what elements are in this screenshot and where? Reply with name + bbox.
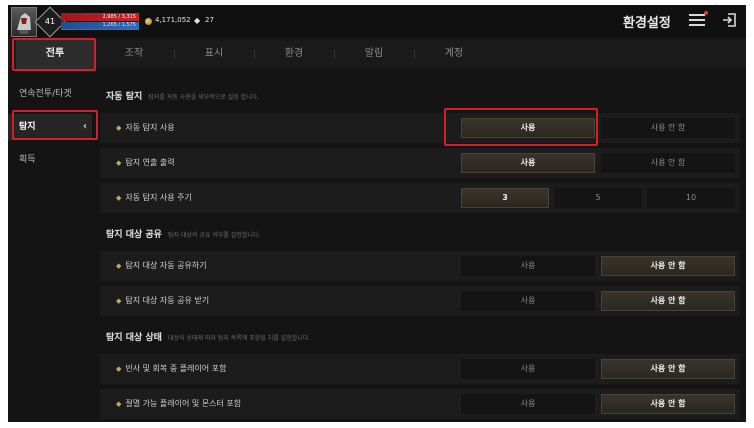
- section-description: 탐지를 자동 사용을 세부적으로 설정 합니다.: [148, 94, 260, 101]
- gem-amount: 27: [205, 16, 214, 24]
- sidebar-item-label: 획득: [19, 155, 36, 165]
- character-portrait[interactable]: [11, 7, 37, 37]
- option-not-use[interactable]: 사용 안 함: [601, 256, 735, 276]
- setting-label-text: 탐지 대상 자동 공유하기: [125, 261, 207, 270]
- setting-row-auto-detect-use: ◆ 자동 탐지 사용 사용 사용 안 함: [100, 113, 740, 143]
- setting-row-auto-receive: ◆ 탐지 대상 자동 공유 받기 사용 사용 안 함: [100, 286, 740, 316]
- setting-label-text: 자동 탐지 사용: [125, 123, 175, 132]
- mp-bar: 1,265 / 1,575: [61, 22, 139, 29]
- bullet-icon: ◆: [116, 159, 122, 167]
- bullet-icon: ◆: [116, 400, 122, 408]
- section-header-share: 탐지 대상 공유 탐지 대상의 공유 여부를 설정합니다.: [106, 221, 260, 243]
- section-title: 자동 탐지: [106, 92, 143, 102]
- setting-label: ◆ 자동 탐지 사용: [116, 113, 175, 143]
- section-header-status: 탐지 대상 상태 대상의 상태에 따라 탐지 목록에 포함될 지를 설정합니다.: [106, 324, 310, 346]
- setting-label-text: 빈사 및 회복 중 플레이어 포함: [125, 364, 227, 373]
- exp-bar: [61, 29, 139, 30]
- settings-sidebar: 연속전투/타겟 탐지 ‹ 획득: [8, 77, 92, 422]
- notification-dot: [704, 11, 708, 15]
- hp-mp-bars: 2,985 / 3,315 1,265 / 1,575: [61, 13, 139, 30]
- bullet-icon: ◆: [116, 365, 122, 373]
- tab-combat[interactable]: 전투: [16, 39, 94, 69]
- level-value: 41: [44, 17, 56, 26]
- option-use[interactable]: 사용: [461, 359, 595, 379]
- settings-title: 환경설정: [623, 16, 671, 31]
- setting-row-detect-interval: ◆ 자동 탐지 사용 주기 3 5 10: [100, 183, 740, 213]
- sidebar-item-detection[interactable]: 탐지 ‹: [8, 114, 92, 140]
- sidebar-item-label: 연속전투/타겟: [19, 89, 72, 99]
- gold-amount: 4,171,052: [155, 16, 191, 24]
- chevron-left-icon: ‹: [82, 121, 87, 132]
- option-not-use[interactable]: 사용 안 함: [601, 394, 735, 414]
- bullet-icon: ◆: [116, 297, 122, 305]
- section-description: 대상의 상태에 따라 탐지 목록에 포함될 지를 설정합니다.: [167, 335, 311, 342]
- tab-display[interactable]: 표시: [174, 39, 254, 69]
- tab-notifications[interactable]: 알림: [334, 39, 414, 69]
- option-interval-5[interactable]: 5: [554, 188, 642, 208]
- bullet-icon: ◆: [116, 194, 122, 202]
- settings-tab-bar: 전투 조작 표시 환경 알림 계정: [8, 39, 746, 69]
- setting-label: ◆ 탐지 대상 자동 공유하기: [116, 251, 207, 281]
- setting-label: ◆ 빈사 및 회복 중 플레이어 포함: [116, 354, 226, 384]
- option-use[interactable]: 사용: [461, 394, 595, 414]
- option-not-use[interactable]: 사용 안 함: [601, 291, 735, 311]
- coin-icon: [145, 18, 152, 25]
- settings-content: 자동 탐지 탐지를 자동 사용을 세부적으로 설정 합니다. ◆ 자동 탐지 사용 …: [100, 81, 740, 422]
- setting-label-text: 절멸 가능 플레이어 및 몬스터 포함: [125, 399, 242, 408]
- option-interval-10[interactable]: 10: [647, 188, 735, 208]
- option-not-use[interactable]: 사용 안 함: [601, 118, 735, 138]
- setting-row-include-dying: ◆ 빈사 및 회복 중 플레이어 포함 사용 사용 안 함: [100, 354, 740, 384]
- menu-icon[interactable]: [689, 11, 708, 28]
- game-settings-window: 41 2,985 / 3,315 1,265 / 1,575 4,171,052…: [8, 5, 746, 422]
- sidebar-item-label: 탐지: [19, 122, 36, 132]
- section-title: 탐지 대상 공유: [106, 230, 162, 240]
- hp-bar: 2,985 / 3,315: [61, 13, 139, 21]
- option-interval-3[interactable]: 3: [461, 188, 549, 208]
- gem-icon: ◆: [194, 16, 201, 25]
- tab-controls[interactable]: 조작: [94, 39, 174, 69]
- option-use[interactable]: 사용: [461, 153, 595, 173]
- tab-environment[interactable]: 환경: [254, 39, 334, 69]
- setting-label-text: 자동 탐지 사용 주기: [125, 193, 192, 202]
- setting-row-auto-share: ◆ 탐지 대상 자동 공유하기 사용 사용 안 함: [100, 251, 740, 281]
- exit-icon[interactable]: [721, 11, 739, 29]
- section-description: 탐지 대상의 공유 여부를 설정합니다.: [167, 232, 261, 239]
- option-use[interactable]: 사용: [461, 291, 595, 311]
- sidebar-item-continuous-combat[interactable]: 연속전투/타겟: [8, 81, 92, 107]
- option-use[interactable]: 사용: [461, 118, 595, 138]
- setting-label: ◆ 탐지 연출 출력: [116, 148, 175, 178]
- setting-label: ◆ 절멸 가능 플레이어 및 몬스터 포함: [116, 389, 241, 419]
- option-not-use[interactable]: 사용 안 함: [601, 153, 735, 173]
- section-title: 탐지 대상 상태: [106, 333, 162, 343]
- setting-label-text: 탐지 대상 자동 공유 받기: [125, 296, 210, 305]
- option-use[interactable]: 사용: [461, 256, 595, 276]
- bullet-icon: ◆: [116, 262, 122, 270]
- section-header-auto-detect: 자동 탐지 탐지를 자동 사용을 세부적으로 설정 합니다.: [106, 83, 259, 105]
- top-status-bar: 41 2,985 / 3,315 1,265 / 1,575 4,171,052…: [8, 5, 746, 38]
- option-not-use[interactable]: 사용 안 함: [601, 359, 735, 379]
- setting-label: ◆ 탐지 대상 자동 공유 받기: [116, 286, 209, 316]
- bullet-icon: ◆: [116, 124, 122, 132]
- setting-label-text: 탐지 연출 출력: [125, 158, 175, 167]
- setting-row-detect-effect: ◆ 탐지 연출 출력 사용 사용 안 함: [100, 148, 740, 178]
- sidebar-item-loot[interactable]: 획득: [8, 147, 92, 173]
- setting-label: ◆ 자동 탐지 사용 주기: [116, 183, 192, 213]
- tab-account[interactable]: 계정: [414, 39, 494, 69]
- setting-row-include-killable: ◆ 절멸 가능 플레이어 및 몬스터 포함 사용 사용 안 함: [100, 389, 740, 419]
